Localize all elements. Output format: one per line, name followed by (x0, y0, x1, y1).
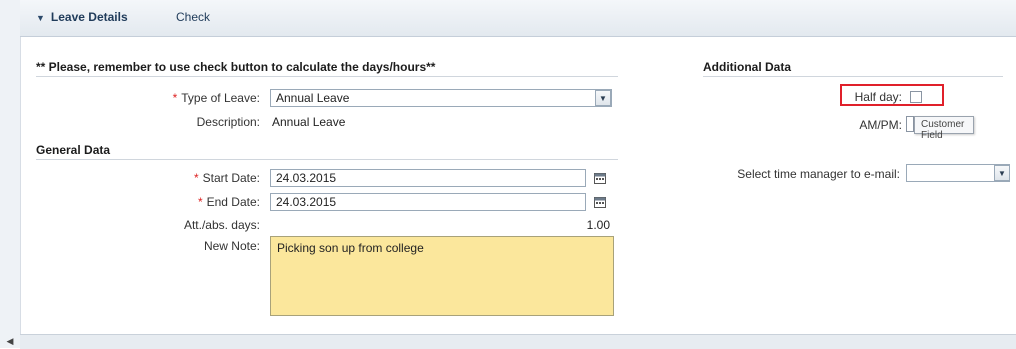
description-label: Description: (196, 115, 260, 129)
calendar-icon[interactable] (594, 172, 606, 184)
chevron-down-icon: ▼ (599, 93, 607, 103)
horizontal-scrollbar[interactable] (20, 334, 1016, 349)
toolbar: ▼ Leave Details Check (20, 0, 1016, 37)
description-value: Annual Leave (272, 115, 346, 129)
additional-data-heading: Additional Data (703, 60, 792, 74)
new-note-textarea[interactable]: Picking son up from college (270, 236, 614, 316)
half-day-highlight (840, 84, 944, 106)
notice-divider (36, 76, 618, 77)
general-divider (36, 159, 618, 160)
additional-divider (703, 76, 1003, 77)
chevron-down-icon: ▼ (998, 168, 1006, 178)
scroll-left-icon[interactable]: ◀ (4, 334, 16, 348)
att-abs-days-value: 1.00 (586, 218, 610, 232)
ampm-field[interactable] (906, 116, 914, 132)
required-marker: * (197, 195, 203, 209)
att-abs-days-label: Att./abs. days: (183, 218, 260, 232)
calendar-icon[interactable] (594, 196, 606, 208)
check-button[interactable]: Check (176, 10, 210, 24)
time-manager-label: Select time manager to e-mail: (737, 167, 900, 181)
general-data-heading: General Data (36, 143, 111, 157)
new-note-label: New Note: (203, 239, 260, 253)
customer-field-tooltip: Customer Field (914, 116, 974, 141)
time-manager-dropdown-button[interactable]: ▼ (994, 165, 1010, 181)
leave-details-label: Leave Details (50, 10, 128, 24)
leave-details-tab[interactable]: ▼ Leave Details (36, 10, 128, 24)
required-marker: * (172, 91, 178, 105)
start-date-label: * Start Date: (193, 171, 260, 185)
check-notice: ** Please, remember to use check button … (36, 60, 436, 74)
left-frame (0, 0, 21, 348)
type-of-leave-label: * Type of Leave: (172, 91, 260, 105)
start-date-field[interactable]: 24.03.2015 (270, 169, 586, 187)
required-marker: * (193, 171, 199, 185)
type-of-leave-dropdown-button[interactable]: ▼ (595, 90, 611, 106)
end-date-field[interactable]: 24.03.2015 (270, 193, 586, 211)
type-of-leave-select[interactable]: Annual Leave (270, 89, 612, 107)
ampm-label: AM/PM: (859, 118, 902, 132)
triangle-down-icon: ▼ (36, 13, 45, 23)
end-date-label: * End Date: (197, 195, 260, 209)
